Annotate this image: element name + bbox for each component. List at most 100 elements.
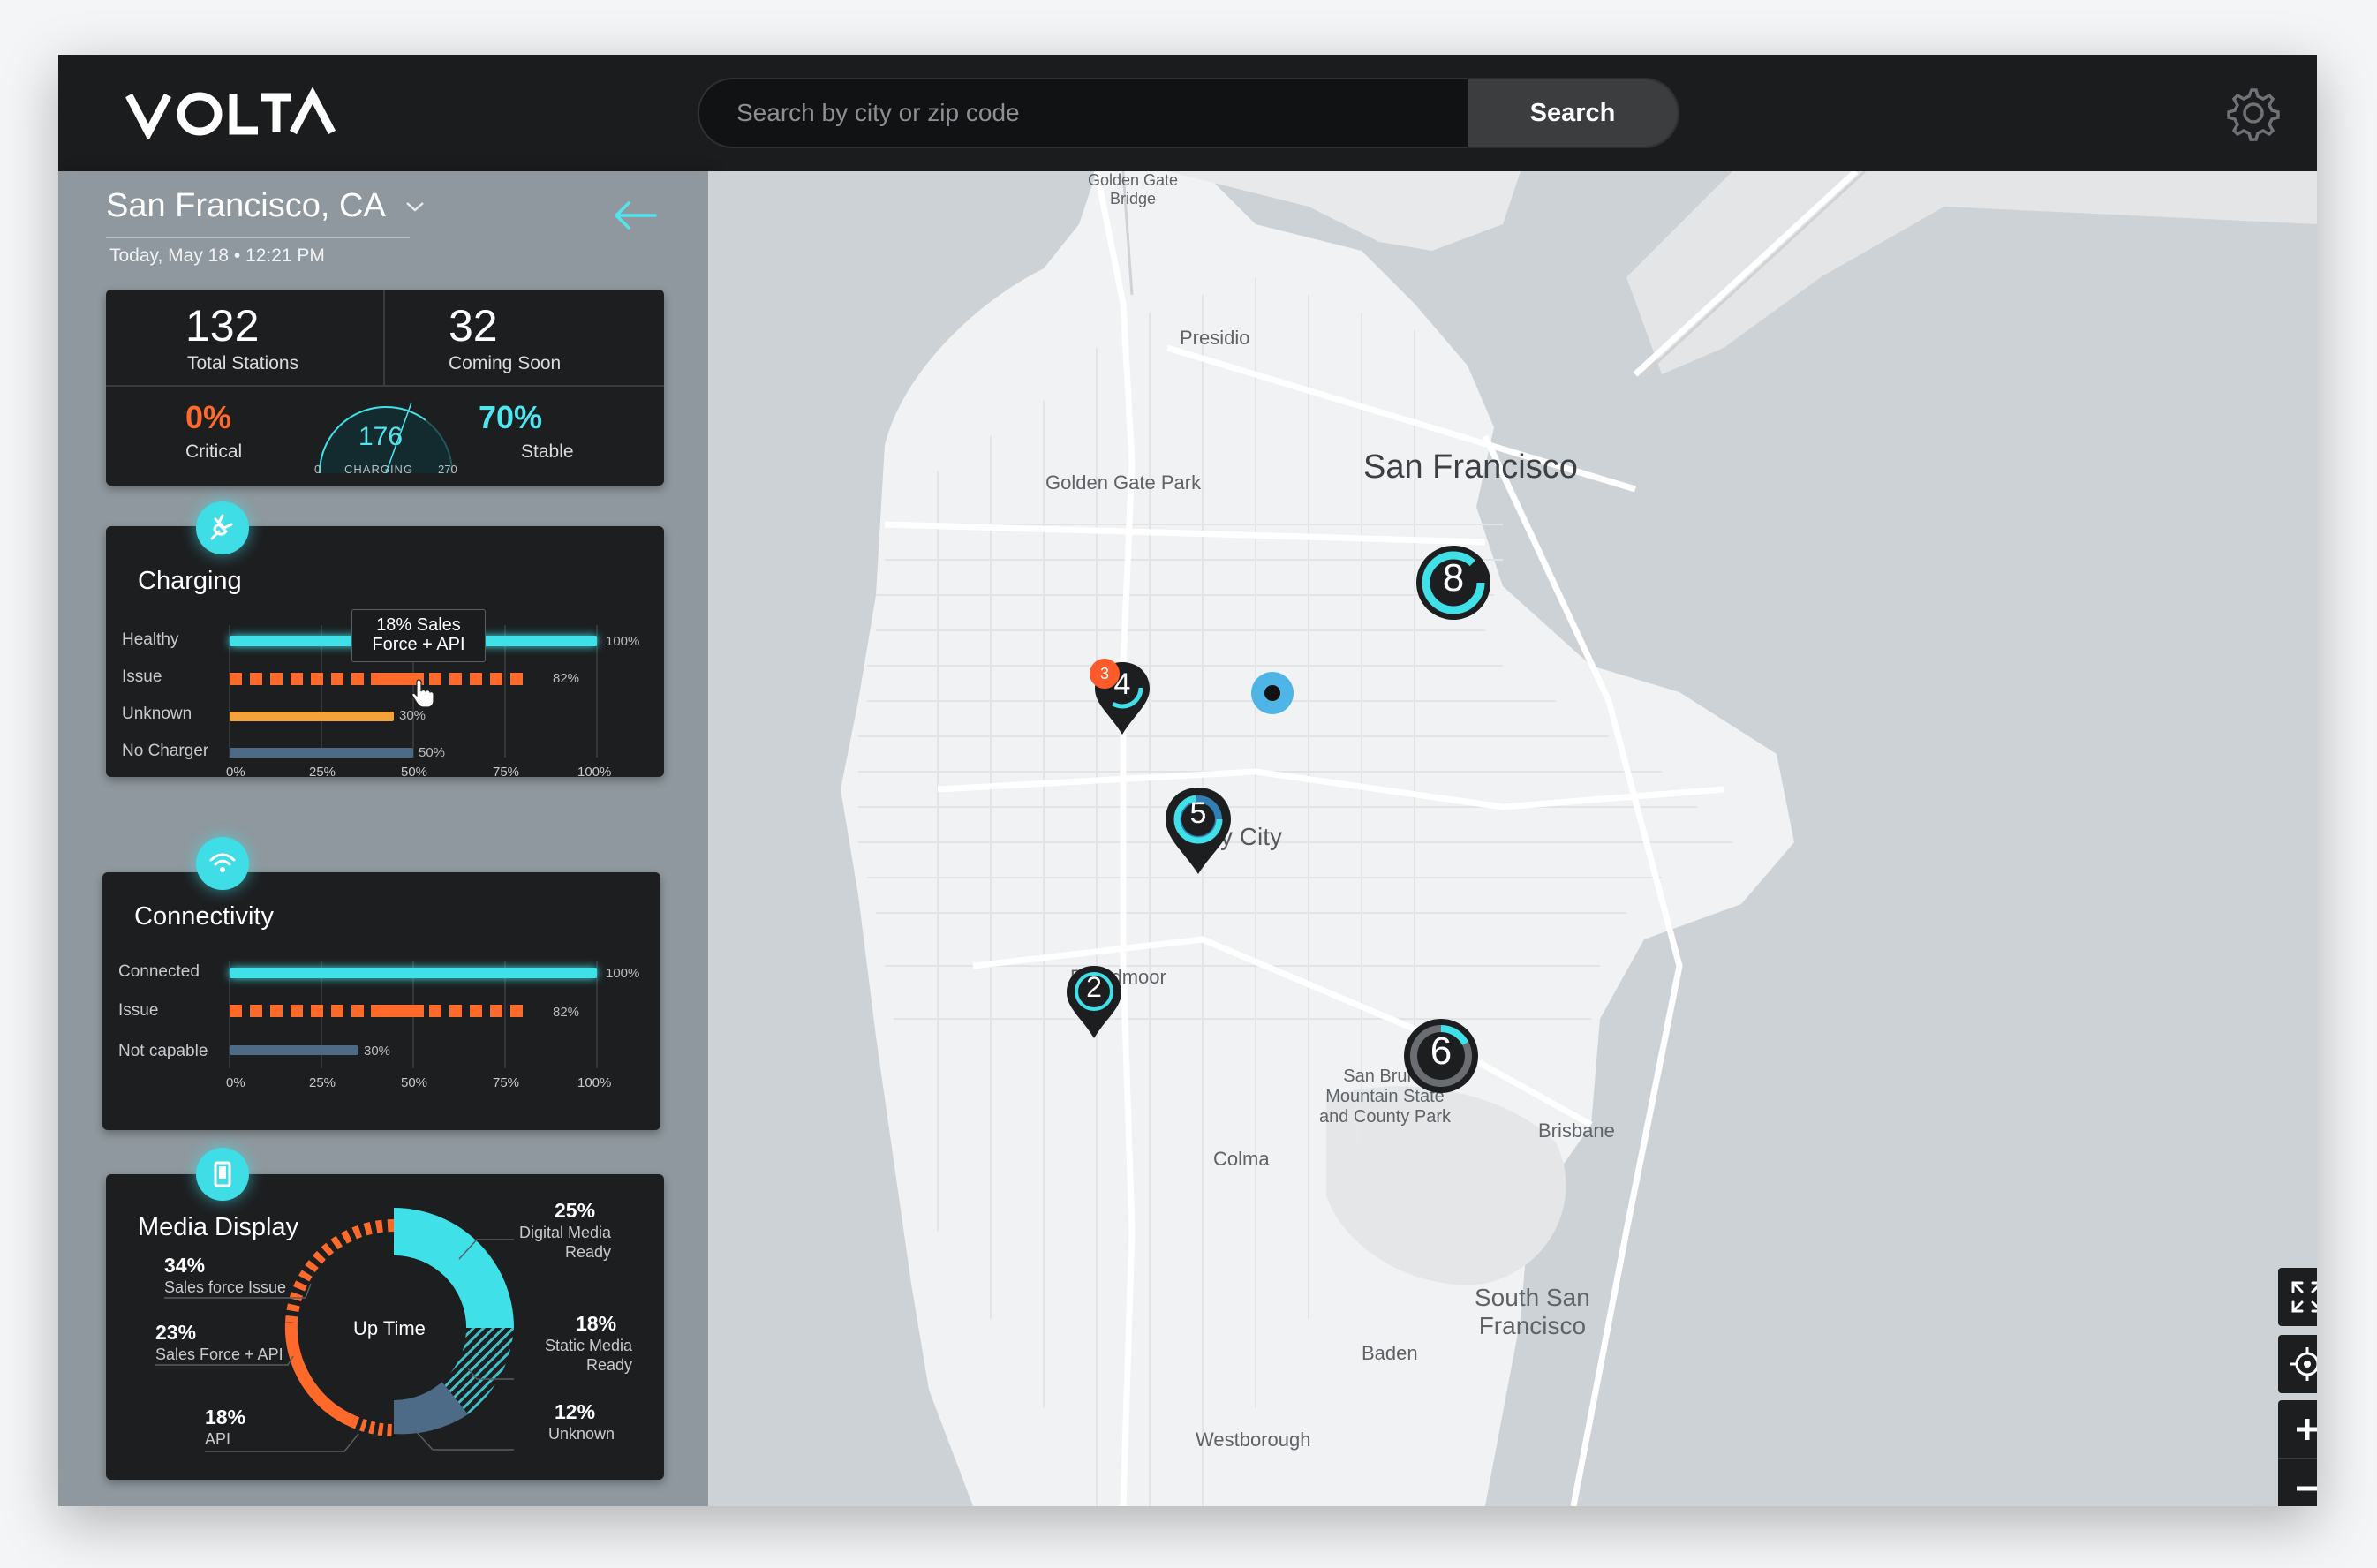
x-tick: 25% [309, 765, 336, 780]
bar-value: 100% [606, 966, 640, 981]
critical-label: Critical [185, 441, 243, 462]
legend-pct: 12% [555, 1400, 596, 1423]
city-underline [106, 237, 410, 238]
wifi-icon [209, 853, 236, 872]
bar-label: Unknown [122, 705, 192, 723]
zoom-in-button[interactable] [2278, 1401, 2317, 1459]
legend-label: Sales force Issue [164, 1278, 287, 1296]
donut-center-label: Up Time [353, 1317, 426, 1339]
bar-no-charger [230, 748, 413, 758]
minus-icon [2297, 1486, 2317, 1491]
legend-label: API [205, 1430, 231, 1448]
search-input[interactable] [699, 79, 1468, 147]
station-pin-marker[interactable]: 5 [1162, 784, 1234, 882]
bar-label: Healthy [122, 630, 179, 649]
current-location-dot [1250, 671, 1294, 720]
station-pin-marker[interactable]: 2 [1063, 962, 1125, 1046]
x-tick: 0% [226, 1075, 245, 1090]
station-cluster-marker[interactable]: 8 [1413, 542, 1494, 628]
legend-label: Ready [585, 1356, 632, 1374]
stats-card: 132 Total Stations 32 Coming Soon 0% Cri… [106, 290, 664, 486]
x-tick: 50% [401, 765, 428, 780]
city-name: San Francisco, CA [106, 187, 386, 224]
bar-value: 30% [399, 708, 426, 723]
bar-unknown [230, 712, 394, 721]
critical-value: 0% [185, 399, 232, 435]
fullscreen-button[interactable] [2278, 1268, 2317, 1326]
legend-pct: 23% [155, 1321, 197, 1344]
place-label: Colma [1213, 1148, 1270, 1170]
place-label: Presidio [1180, 327, 1250, 349]
x-tick: 25% [309, 1075, 336, 1090]
volta-logo[interactable] [124, 87, 336, 139]
segment-api [351, 1415, 395, 1436]
crosshair-icon [2290, 1347, 2317, 1381]
media-display-card: Media Display Up Time 25% Digital Media … [106, 1174, 664, 1480]
zoom-out-button[interactable] [2278, 1459, 2317, 1506]
charging-gauge-value: 176 [358, 422, 404, 451]
legend-pct: 18% [205, 1406, 246, 1429]
gear-icon[interactable] [2222, 83, 2282, 143]
legend-label: Unknown [547, 1425, 615, 1443]
hand-cursor-icon [411, 679, 434, 708]
place-label: Golden Gate Bridge [1088, 171, 1179, 207]
bar-issue [230, 673, 523, 685]
display-icon [214, 1161, 231, 1187]
connectivity-card: Connectivity Connected Issue Not capable… [102, 872, 660, 1130]
legend-label: Sales Force + API [155, 1346, 283, 1363]
legend-label: Ready [564, 1243, 611, 1261]
marker-count: 6 [1430, 1029, 1453, 1073]
place-label: Westborough [1196, 1429, 1311, 1451]
tooltip: 18% Sales Force + API [351, 609, 486, 662]
total-stations-label: Total Stations [187, 353, 299, 373]
place-label: Brisbane [1538, 1119, 1615, 1142]
coming-soon-label: Coming Soon [449, 353, 562, 373]
place-label: South San Francisco [1475, 1284, 1590, 1340]
app-window: Search San Francisco, CA Today, May 18 •… [58, 55, 2317, 1506]
place-label: Golden Gate Park [1045, 471, 1202, 494]
charging-gauge-label: CHARGING [344, 463, 414, 476]
marker-count: 2 [1086, 971, 1102, 1003]
bar-label: Issue [122, 667, 162, 686]
top-bar: Search [58, 55, 2317, 171]
charging-card: Charging Healthy Issue Unknown No Charge… [106, 526, 664, 780]
station-cluster-marker[interactable]: 6 [1400, 1015, 1482, 1101]
date-time: Today, May 18 • 12:21 PM [109, 245, 325, 266]
tooltip-line: Force + API [372, 635, 465, 654]
x-tick: 100% [577, 1075, 612, 1090]
x-tick: 0% [226, 765, 245, 780]
charging-badge [196, 501, 249, 554]
city-selector[interactable]: San Francisco, CA [106, 187, 428, 225]
expand-icon [2291, 1281, 2317, 1313]
gauge-max: 270 [438, 463, 457, 476]
map-view[interactable]: Golden Gate Bridge Presidio San Francisc… [708, 171, 2317, 1506]
locate-button[interactable] [2278, 1335, 2317, 1393]
search-button[interactable]: Search [1468, 79, 1678, 147]
search-bar: Search [698, 78, 1679, 148]
sidebar: San Francisco, CA Today, May 18 • 12:21 … [58, 171, 708, 1506]
legend-label: Digital Media [518, 1224, 611, 1241]
stable-label: Stable [521, 441, 574, 462]
tooltip-line: 18% Sales [376, 615, 461, 635]
legend-pct: 25% [555, 1199, 596, 1222]
stable-value: 70% [479, 399, 543, 435]
bar-label: Issue [118, 1001, 159, 1020]
city-label: San Francisco [1363, 449, 1578, 486]
chevron-down-icon [405, 201, 424, 212]
zoom-controls [2278, 1400, 2317, 1506]
marker-count: 8 [1442, 556, 1465, 599]
x-tick: 50% [401, 1075, 428, 1090]
bar-not-capable [230, 1045, 358, 1055]
station-pin-marker[interactable]: 4 3 [1090, 659, 1153, 743]
legend-label: Static Media [544, 1337, 632, 1354]
arrow-left-icon[interactable] [611, 198, 659, 233]
total-stations-value: 132 [185, 301, 260, 351]
coming-soon-value: 32 [449, 301, 498, 351]
connectivity-badge [196, 837, 249, 890]
bar-value: 50% [419, 745, 446, 760]
land-mass [841, 171, 1794, 1506]
plus-icon [2297, 1419, 2317, 1440]
media-badge [196, 1148, 249, 1201]
bar-issue [230, 1005, 523, 1017]
legend-pct: 18% [576, 1312, 617, 1335]
